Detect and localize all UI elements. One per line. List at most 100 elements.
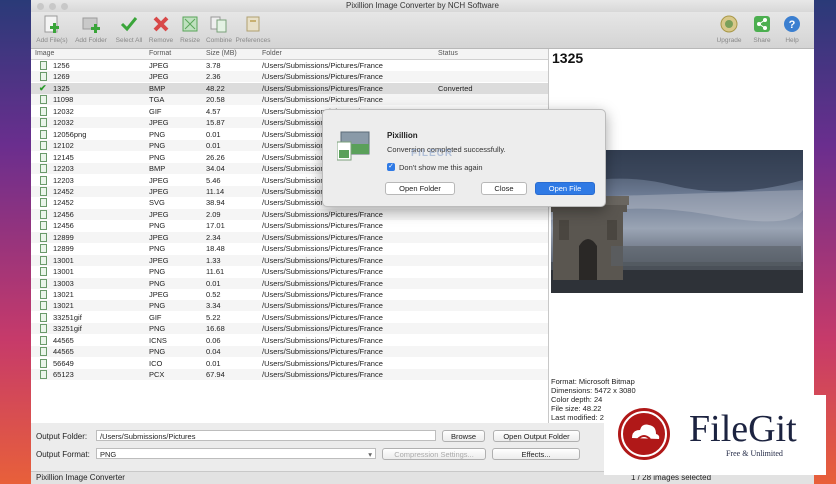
cell-format: GIF (149, 106, 162, 116)
output-format-select[interactable]: PNG ▾ (96, 448, 376, 459)
close-window-button[interactable] (37, 3, 44, 10)
resize-icon (180, 14, 200, 34)
cell-image-name: 65123 (53, 370, 74, 380)
table-row[interactable]: 44565 PNG 0.04/Users/Submissions/Pictures/… (31, 346, 548, 358)
cell-size: 17.01 (206, 221, 225, 231)
column-status[interactable]: Status (438, 50, 458, 57)
output-folder-field[interactable]: /Users/Submissions/Pictures (96, 430, 436, 441)
effects-button[interactable]: Effects... (492, 448, 580, 460)
open-output-folder-button[interactable]: Open Output Folder (493, 430, 580, 442)
table-row[interactable]: 13021 PNG 3.34/Users/Submissions/Pictures/… (31, 300, 548, 312)
column-image[interactable]: Image (35, 50, 54, 57)
share-icon (752, 14, 772, 34)
table-row[interactable]: 33251gif GIF 5.22/Users/Submissions/Pictur… (31, 312, 548, 323)
table-row[interactable]: 13003 PNG 0.01/Users/Submissions/Pictures/… (31, 277, 548, 289)
cell-format: GIF (149, 312, 162, 322)
add-folder-icon (81, 14, 101, 34)
table-row[interactable]: 56649 ICO 0.01/Users/Submissions/Pictures/… (31, 358, 548, 369)
remove-icon (151, 14, 171, 34)
dont-show-again-checkbox[interactable]: ✓ (387, 163, 395, 171)
table-row[interactable]: 44565 ICNS 0.06/Users/Submissions/Pictures… (31, 335, 548, 346)
cell-size: 0.01 (206, 129, 221, 139)
table-row[interactable]: 65123 PCX 67.94/Users/Submissions/Pictures… (31, 369, 548, 381)
cell-size: 0.01 (206, 358, 221, 368)
add-files-button[interactable]: Add File(s) (33, 14, 71, 47)
file-icon (40, 198, 47, 208)
column-size[interactable]: Size (MB) (206, 50, 237, 57)
table-row[interactable]: 12899 PNG 18.48/Users/Submissions/Pictures… (31, 243, 548, 254)
cell-folder: /Users/Submissions/Pictures/France (262, 358, 383, 368)
cell-size: 2.34 (206, 232, 221, 242)
table-row[interactable]: 13001 PNG 11.61/Users/Submissions/Pictures… (31, 266, 548, 277)
file-icon (40, 61, 47, 70)
file-icon (40, 324, 47, 334)
cell-folder: /Users/Submissions/Pictures/France (262, 244, 383, 254)
cell-size: 0.01 (206, 278, 221, 288)
cell-folder: /Users/Submissions/Pictures/France (262, 221, 383, 231)
filegit-tagline: Free & Unlimited (726, 449, 783, 458)
help-button[interactable]: ? Help (773, 14, 811, 47)
file-icon (40, 232, 47, 242)
info-format: Format: Microsoft Bitmap (551, 377, 635, 386)
svg-text:?: ? (789, 19, 796, 31)
preferences-button[interactable]: Preferences (234, 14, 272, 47)
image-list[interactable]: Image Format Size (MB) Folder Status 125… (31, 49, 549, 423)
cell-folder: /Users/Submissions/Pictures/France (262, 83, 383, 93)
column-format[interactable]: Format (149, 50, 171, 57)
minimize-window-button[interactable] (49, 3, 56, 10)
file-icon (40, 244, 47, 254)
cell-size: 11.14 (206, 186, 225, 196)
cell-folder: /Users/Submissions/Pictures/France (262, 312, 383, 322)
table-row[interactable]: 13021 JPEG 0.52/Users/Submissions/Pictures… (31, 289, 548, 300)
help-icon: ? (782, 14, 802, 34)
combine-button[interactable]: Combine (200, 14, 238, 47)
cell-image-name: 12899 (53, 244, 74, 254)
table-row[interactable]: 33251gif PNG 16.68/Users/Submissions/Pictu… (31, 323, 548, 335)
cell-size: 4.57 (206, 106, 221, 116)
open-file-button[interactable]: Open File (535, 182, 595, 195)
cell-image-name: 13021 (53, 290, 74, 299)
cell-size: 1.33 (206, 255, 221, 265)
add-file-icon (42, 14, 62, 34)
browse-button[interactable]: Browse (442, 430, 485, 442)
cell-size: 34.04 (206, 164, 225, 174)
cell-folder: /Users/Submissions/Pictures/France (262, 290, 383, 299)
table-row[interactable]: 12899 JPEG 2.34/Users/Submissions/Pictures… (31, 231, 548, 243)
add-folder-button[interactable]: Add Folder (72, 14, 110, 47)
file-icon (40, 301, 47, 311)
file-icon (40, 95, 47, 105)
cell-image-name: 12452 (53, 186, 74, 196)
cell-image-name: 12032 (53, 118, 74, 128)
table-row[interactable]: 12456 JPEG 2.09/Users/Submissions/Pictures… (31, 208, 548, 220)
cell-image-name: 12203 (53, 164, 74, 174)
cell-size: 5.46 (206, 175, 221, 185)
table-row[interactable]: 1269 JPEG 2.36/Users/Submissions/Pictures/… (31, 71, 548, 83)
cell-folder: /Users/Submissions/Pictures/France (262, 301, 383, 311)
cell-format: PNG (149, 141, 166, 151)
table-row[interactable]: 11098 TGA 20.58/Users/Submissions/Pictures… (31, 94, 548, 106)
compression-settings-button[interactable]: Compression Settings... (382, 448, 486, 460)
open-folder-button[interactable]: Open Folder (385, 182, 455, 195)
table-row[interactable]: 13001 JPEG 1.33/Users/Submissions/Pictures… (31, 254, 548, 266)
cell-image-name: 33251gif (53, 312, 82, 322)
zoom-window-button[interactable] (61, 3, 68, 10)
combine-icon (209, 14, 229, 34)
column-folder[interactable]: Folder (262, 50, 282, 57)
table-row[interactable]: ✔ 1325 BMP 48.22/Users/Submissions/Pictures… (31, 82, 548, 94)
cell-image-name: 13003 (53, 278, 74, 288)
close-button[interactable]: Close (481, 182, 527, 195)
cell-image-name: 11098 (53, 95, 74, 105)
table-row[interactable]: 12456 PNG 17.01/Users/Submissions/Pictures… (31, 220, 548, 231)
cell-format: JPEG (149, 175, 169, 185)
cell-image-name: 1256 (53, 61, 70, 70)
cell-folder: /Users/Submissions/Pictures/France (262, 347, 383, 357)
output-folder-label: Output Folder: (36, 432, 88, 441)
cell-folder: /Users/Submissions/Pictures/France (262, 72, 383, 82)
cell-folder: /Users/Submissions/Pictures/France (262, 232, 383, 242)
cell-format: PNG (149, 301, 166, 311)
cell-size: 3.78 (206, 61, 221, 70)
cell-format: JPEG (149, 118, 169, 128)
cell-size: 0.06 (206, 335, 221, 345)
table-row[interactable]: 1256 JPEG 3.78/Users/Submissions/Pictures/… (31, 60, 548, 71)
cell-image-name: 12203 (53, 175, 74, 185)
